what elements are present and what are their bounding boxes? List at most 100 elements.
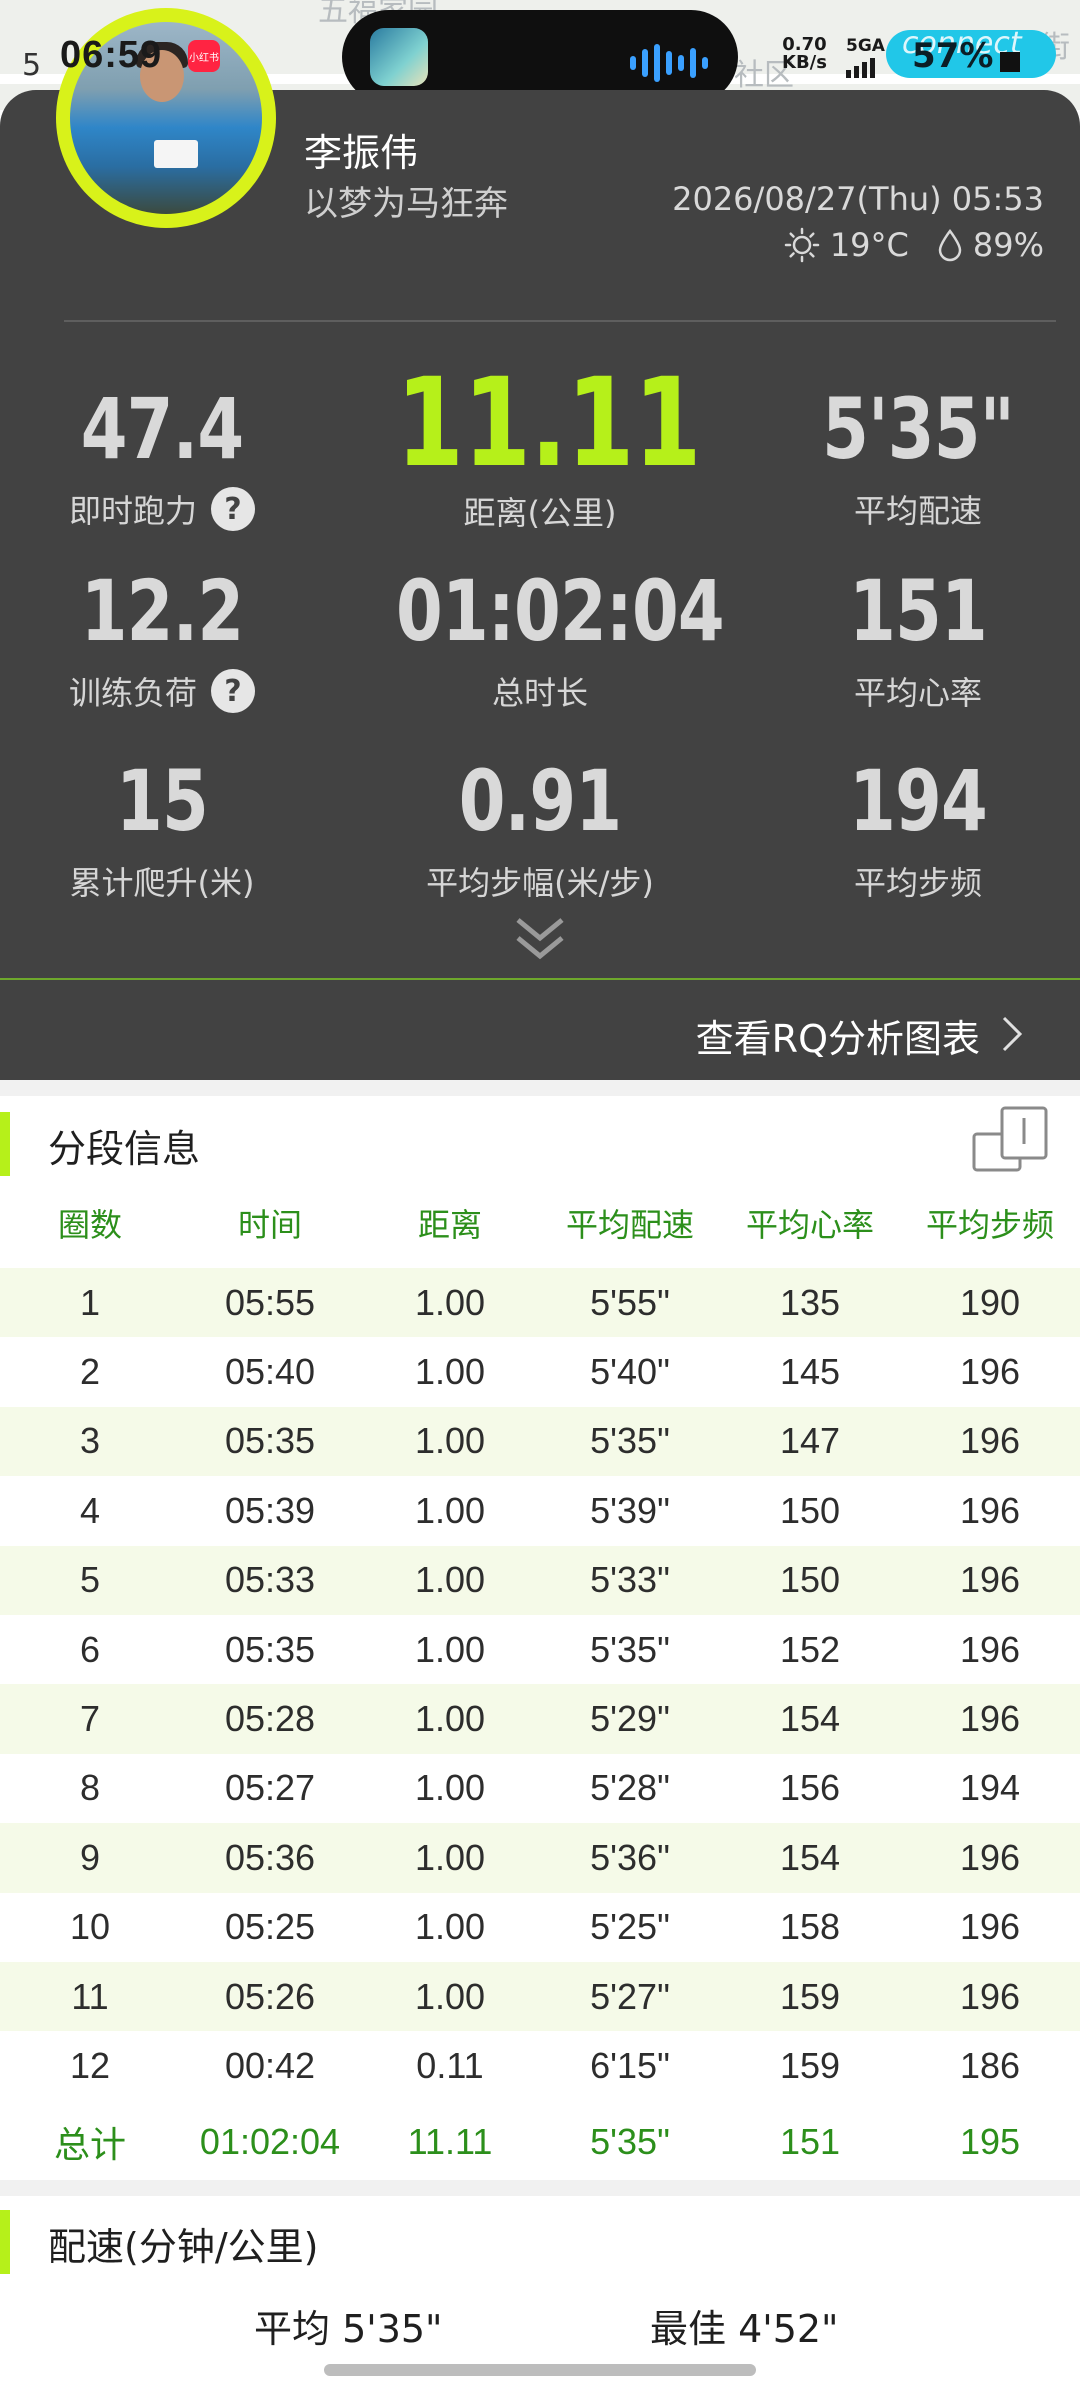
section-accent bbox=[0, 2210, 10, 2274]
table-cell: 5'35" bbox=[590, 1628, 670, 1670]
table-cell: 5'29" bbox=[590, 1698, 670, 1740]
table-cell: 6 bbox=[79, 1628, 101, 1670]
expand-chevron-icon[interactable] bbox=[512, 914, 568, 964]
table-cell: 154 bbox=[779, 1836, 841, 1878]
table-cell: 159 bbox=[779, 1975, 841, 2017]
humidity: 89% bbox=[972, 226, 1044, 264]
now-playing-app-icon[interactable] bbox=[370, 28, 428, 86]
table-cell: 11 bbox=[71, 1975, 109, 2017]
metric-label: 即时跑力 bbox=[68, 492, 197, 530]
column-header: 平均心率 bbox=[745, 1206, 874, 1244]
table-cell: 158 bbox=[779, 1906, 841, 1948]
table-cell: 1.00 bbox=[414, 1489, 486, 1531]
home-indicator[interactable] bbox=[324, 2364, 756, 2376]
table-cell: 150 bbox=[779, 1559, 841, 1601]
metric-label: 平均步频 bbox=[853, 864, 982, 902]
table-cell: 1.00 bbox=[414, 1906, 486, 1948]
table-row: 3 05:35 1.00 5'35" 147 196 bbox=[0, 1406, 1080, 1477]
user-motto: 以梦为马狂奔 bbox=[304, 184, 508, 224]
table-cell: 12 bbox=[69, 2044, 111, 2086]
table-cell: 5'36" bbox=[590, 1836, 670, 1878]
segments-title: 分段信息 bbox=[48, 1127, 201, 1171]
status-time: 06:59 bbox=[60, 34, 163, 76]
table-cell: 05:36 bbox=[224, 1836, 316, 1878]
metric-running-power: 47.4 即时跑力 ? bbox=[0, 380, 342, 532]
table-cell: 190 bbox=[959, 1281, 1021, 1323]
humidity-drop-icon bbox=[938, 228, 962, 262]
table-cell: 1.00 bbox=[414, 1351, 486, 1393]
table-cell: 05:25 bbox=[224, 1906, 316, 1948]
table-cell: 147 bbox=[779, 1420, 841, 1462]
table-cell: 186 bbox=[959, 2044, 1021, 2086]
table-cell: 4 bbox=[79, 1489, 101, 1531]
column-header: 时间 bbox=[237, 1206, 302, 1244]
sun-icon bbox=[784, 227, 820, 263]
table-cell: 6'15" bbox=[590, 2044, 670, 2086]
table-row: 7 05:28 1.00 5'29" 154 196 bbox=[0, 1684, 1080, 1754]
metric-label: 平均配速 bbox=[853, 492, 982, 530]
table-cell: 5'35" bbox=[590, 1420, 670, 1462]
total-cell: 总计 bbox=[53, 2124, 126, 2165]
column-header: 平均步频 bbox=[925, 1206, 1054, 1244]
share-icon[interactable] bbox=[972, 1104, 1048, 1174]
metric-value: 12.2 bbox=[80, 562, 244, 660]
column-header: 距离 bbox=[417, 1206, 482, 1244]
pace-title: 配速(分钟/公里) bbox=[48, 2225, 319, 2269]
column-header: 圈数 bbox=[57, 1206, 122, 1244]
status-time-prefix: 5 bbox=[22, 48, 42, 83]
metric-avg-stride: 0.91 平均步幅(米/步) bbox=[360, 752, 720, 904]
metric-label: 平均步幅(米/步) bbox=[426, 864, 654, 902]
rq-analysis-link[interactable]: 查看RQ分析图表 bbox=[696, 1008, 980, 1063]
network-speed: 0.70 KB/s bbox=[782, 34, 827, 73]
pace-average: 平均 5'35" bbox=[254, 2307, 443, 2351]
temperature: 19°C bbox=[829, 226, 909, 264]
app-badge-icon: 小红书 bbox=[188, 40, 220, 72]
battery-icon bbox=[1000, 52, 1020, 72]
table-cell: 5'28" bbox=[590, 1767, 670, 1809]
table-cell: 05:28 bbox=[224, 1698, 316, 1740]
table-cell: 05:27 bbox=[224, 1767, 316, 1809]
metric-value: 194 bbox=[849, 752, 988, 850]
table-cell: 05:35 bbox=[224, 1420, 316, 1462]
table-cell: 196 bbox=[959, 1698, 1021, 1740]
metric-total-time: 01:02:04 总时长 bbox=[360, 562, 725, 714]
table-cell: 5 bbox=[79, 1559, 101, 1601]
table-row: 1 05:55 1.00 5'55" 135 190 bbox=[0, 1268, 1080, 1338]
avatar-race-bib bbox=[154, 140, 198, 168]
table-cell: 1.00 bbox=[414, 1836, 486, 1878]
table-cell: 196 bbox=[959, 1836, 1021, 1878]
table-cell: 145 bbox=[779, 1351, 841, 1393]
metric-avg-pace: 5'35" 平均配速 bbox=[738, 380, 1080, 532]
table-cell: 7 bbox=[79, 1698, 101, 1740]
metric-value: 0.91 bbox=[458, 752, 622, 850]
table-cell: 5'27" bbox=[590, 1975, 670, 2017]
metric-training-load: 12.2 训练负荷 ? bbox=[0, 562, 342, 714]
help-icon[interactable]: ? bbox=[211, 669, 255, 713]
table-cell: 05:35 bbox=[224, 1628, 316, 1670]
total-cell: 01:02:04 bbox=[199, 2121, 341, 2162]
pace-best: 最佳 4'52" bbox=[650, 2307, 839, 2351]
section-accent bbox=[0, 1112, 10, 1176]
table-row: 5 05:33 1.00 5'33" 150 196 bbox=[0, 1545, 1080, 1615]
metric-value: 01:02:04 bbox=[396, 562, 725, 660]
table-cell: 196 bbox=[959, 1628, 1021, 1670]
metric-avg-cadence: 194 平均步频 bbox=[738, 752, 1080, 904]
metric-label: 累计爬升(米) bbox=[69, 864, 255, 902]
total-cell: 195 bbox=[959, 2121, 1021, 2162]
user-name: 李振伟 bbox=[304, 131, 419, 175]
metric-label: 总时长 bbox=[491, 674, 588, 712]
table-cell: 05:39 bbox=[224, 1489, 316, 1531]
metric-distance: 11.11 距离(公里) bbox=[360, 352, 720, 534]
table-cell: 05:33 bbox=[224, 1559, 316, 1601]
table-cell: 156 bbox=[779, 1767, 841, 1809]
table-cell: 5'33" bbox=[590, 1559, 670, 1601]
table-cell: 05:26 bbox=[224, 1975, 316, 2017]
chevron-right-icon[interactable] bbox=[1000, 1014, 1024, 1054]
table-cell: 1.00 bbox=[414, 1420, 486, 1462]
help-icon[interactable]: ? bbox=[211, 487, 255, 531]
table-cell: 194 bbox=[959, 1767, 1021, 1809]
table-cell: 1 bbox=[79, 1281, 101, 1323]
table-row: 6 05:35 1.00 5'35" 152 196 bbox=[0, 1615, 1080, 1684]
segments-total-row: 总计 01:02:04 11.11 5'35" 151 195 bbox=[0, 2108, 1080, 2176]
table-cell: 5'55" bbox=[590, 1281, 670, 1323]
